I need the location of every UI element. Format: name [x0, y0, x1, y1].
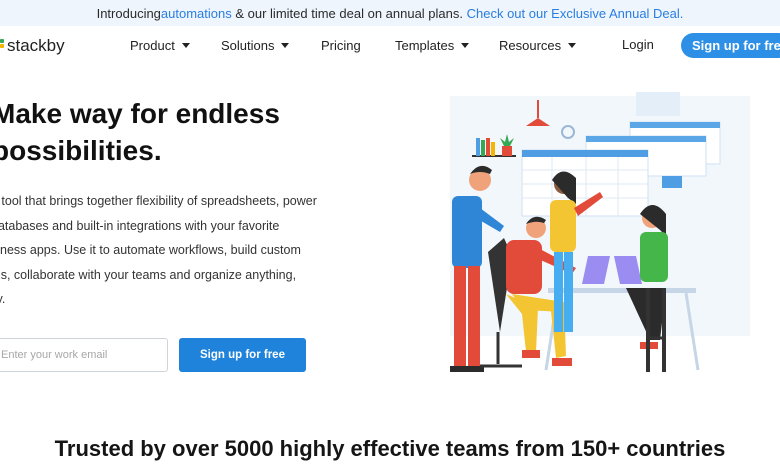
logo-mark-icon: [0, 44, 4, 48]
nav-item-label: Resources: [499, 38, 562, 53]
hero-title-line1: Make way for endless: [0, 98, 280, 129]
nav-item-label: Product: [130, 38, 175, 53]
nav-item-product[interactable]: Product: [130, 38, 190, 53]
login-link[interactable]: Login: [622, 37, 654, 52]
hero-description: e tool that brings together flexibility …: [0, 194, 317, 306]
nav-item-pricing[interactable]: Pricing: [321, 38, 361, 53]
caret-down-icon: [568, 43, 577, 48]
logo[interactable]: stackby: [0, 36, 65, 56]
caret-down-icon: [281, 43, 290, 48]
hero-title-line2: possibilities.: [0, 135, 162, 166]
signup-button-top[interactable]: Sign up for free: [681, 33, 780, 58]
annual-deal-link[interactable]: Check out our Exclusive Annual Deal.: [467, 6, 684, 21]
trusted-heading: Trusted by over 5000 highly effective te…: [54, 436, 726, 461]
nav-item-label: Solutions: [221, 38, 275, 53]
caret-down-icon: [461, 43, 470, 48]
nav-item-label: Templates: [395, 38, 455, 53]
nav-item-templates[interactable]: Templates: [395, 38, 470, 53]
logo-text: stackby: [7, 36, 65, 55]
nav-item-label: Pricing: [321, 38, 361, 53]
hero-title: Make way for endless possibilities.: [0, 95, 280, 169]
signup-button-hero[interactable]: Sign up for free: [179, 338, 306, 372]
banner-middle: & our limited time deal on annual plans.: [231, 5, 467, 21]
nav-item-resources[interactable]: Resources: [499, 38, 577, 53]
announcement-banner: Introducing automations & our limited ti…: [0, 0, 780, 26]
nav-item-solutions[interactable]: Solutions: [221, 38, 290, 53]
top-nav: stackby Product Solutions Pricing Templa…: [0, 26, 780, 66]
work-email-input[interactable]: [0, 338, 168, 372]
banner-prefix: Introducing: [96, 5, 161, 21]
caret-down-icon: [181, 43, 190, 48]
automations-link[interactable]: automations: [161, 6, 232, 21]
hero-illustration: [450, 92, 750, 372]
